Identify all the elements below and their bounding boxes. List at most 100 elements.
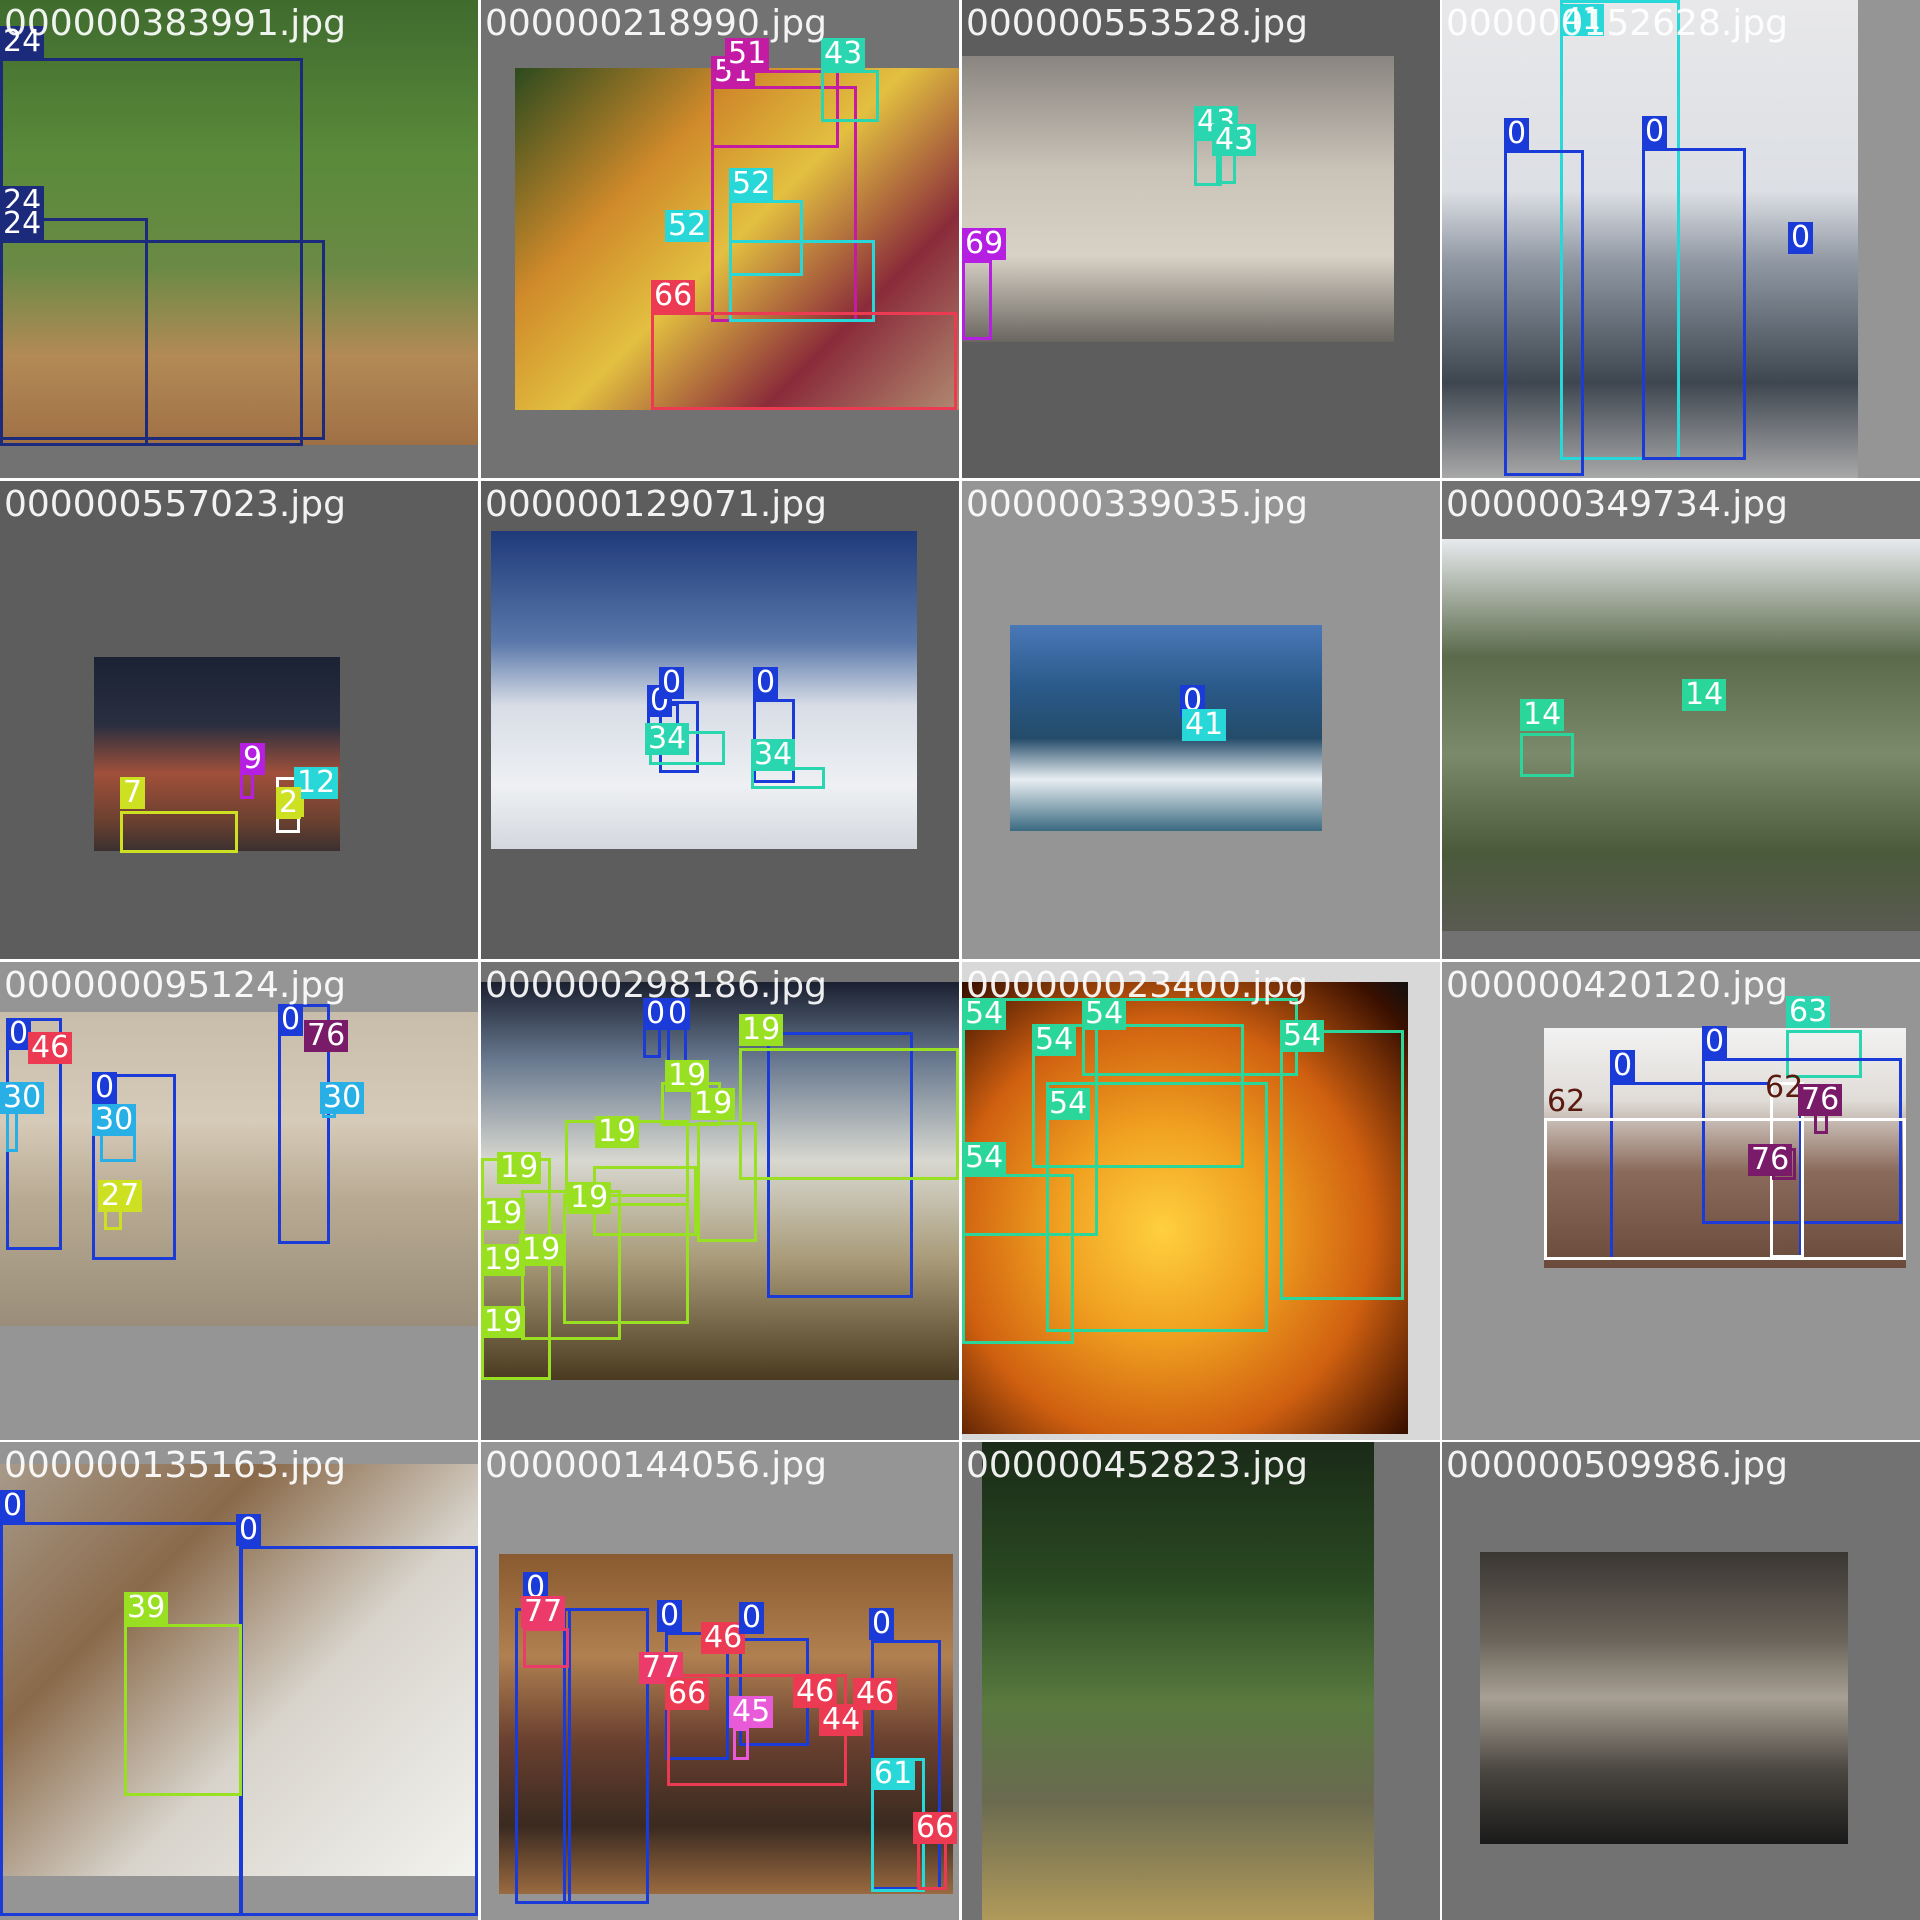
detection-label: 0 xyxy=(1702,1026,1728,1058)
detection-label: 46 xyxy=(28,1032,73,1064)
tile-photo xyxy=(982,1442,1374,1920)
detection-label: 19 xyxy=(691,1088,736,1120)
detection-label: 14 xyxy=(1682,679,1727,711)
tile-filename: 000000135163.jpg xyxy=(4,1445,346,1486)
detection-label: 52 xyxy=(729,168,774,200)
detection-label: 30 xyxy=(92,1104,137,1136)
tile-filename: 000000129071.jpg xyxy=(485,484,827,525)
detection-label: 7 xyxy=(120,777,146,809)
tile-filename: 000000152628.jpg xyxy=(1446,3,1788,44)
detection-label: 52 xyxy=(665,210,710,242)
detection-label: 69 xyxy=(962,228,1007,260)
tile-filename: 000000509986.jpg xyxy=(1446,1445,1788,1486)
detection-box xyxy=(651,312,957,410)
detection-label: 77 xyxy=(521,1596,566,1628)
tile-filename: 000000023400.jpg xyxy=(966,965,1308,1006)
detection-label: 54 xyxy=(962,1142,1007,1174)
detection-box xyxy=(821,70,879,122)
detection-label: 0 xyxy=(236,1514,262,1546)
mosaic-tile: 0 0 19 19 19 19 19 19 19 19 19 19 000000… xyxy=(481,962,959,1440)
detection-label: 66 xyxy=(913,1812,958,1844)
detection-label: 0 xyxy=(657,1600,683,1632)
detection-label: 14 xyxy=(1520,699,1565,731)
detection-box xyxy=(739,1048,959,1180)
detection-label: 61 xyxy=(871,1758,916,1790)
detection-label: 0 xyxy=(659,667,685,699)
detection-label: 0 xyxy=(1788,222,1814,254)
tile-filename: 000000339035.jpg xyxy=(966,484,1308,525)
mosaic-tile: 43 43 69 000000553528.jpg xyxy=(962,0,1440,478)
detection-box xyxy=(729,240,875,322)
detection-box xyxy=(962,1174,1074,1344)
mosaic-grid: 24 24 24 000000383991.jpg 51 51 43 52 52… xyxy=(0,0,1920,1920)
detection-label: 0 xyxy=(92,1072,118,1104)
detection-label: 0 xyxy=(0,1490,26,1522)
detection-box xyxy=(733,1728,749,1760)
detection-label: 0 xyxy=(1504,118,1530,150)
detection-label: 41 xyxy=(1182,709,1227,741)
detection-label: 62 xyxy=(1547,1084,1586,1119)
detection-label: 76 xyxy=(1798,1084,1843,1116)
mosaic-tile: 54 54 54 54 54 54 000000023400.jpg xyxy=(962,962,1440,1440)
detection-label: 19 xyxy=(519,1234,564,1266)
tile-filename: 000000218990.jpg xyxy=(485,3,827,44)
detection-label: 76 xyxy=(304,1020,349,1052)
detection-label: 34 xyxy=(751,739,796,771)
detection-label: 63 xyxy=(1786,996,1831,1028)
mosaic-tile: 0 0 0 34 34 000000129071.jpg xyxy=(481,481,959,959)
detection-label: 0 xyxy=(1642,116,1668,148)
detection-label: 19 xyxy=(739,1014,784,1046)
detection-label: 43 xyxy=(821,38,866,70)
detection-box xyxy=(697,1122,757,1242)
detection-label: 19 xyxy=(595,1116,640,1148)
tile-photo xyxy=(491,531,917,849)
mosaic-tile: 0 41 000000339035.jpg xyxy=(962,481,1440,959)
detection-box xyxy=(1544,1118,1906,1260)
detection-label: 27 xyxy=(98,1180,143,1212)
detection-box xyxy=(1520,733,1574,777)
detection-label: 54 xyxy=(1032,1024,1077,1056)
detection-label: 0 xyxy=(753,667,779,699)
mosaic-tile: 24 24 24 000000383991.jpg xyxy=(0,0,478,478)
mosaic-tile: 0 0 39 000000135163.jpg xyxy=(0,1442,478,1920)
detection-label: 19 xyxy=(481,1306,526,1338)
tile-photo xyxy=(962,56,1394,342)
tile-photo xyxy=(1480,1552,1848,1844)
detection-box xyxy=(962,260,992,340)
detection-label: 66 xyxy=(665,1678,710,1710)
detection-label: 0 xyxy=(739,1602,765,1634)
detection-label: 19 xyxy=(497,1152,542,1184)
tile-filename: 000000298186.jpg xyxy=(485,965,827,1006)
mosaic-tile: 41 0 0 0 000000152628.jpg xyxy=(1442,0,1920,478)
detection-label: 54 xyxy=(1280,1020,1325,1052)
tile-filename: 000000349734.jpg xyxy=(1446,484,1788,525)
detection-label: 0 xyxy=(1610,1050,1636,1082)
mosaic-tile: 000000452823.jpg xyxy=(962,1442,1440,1920)
tile-photo xyxy=(1010,625,1322,831)
detection-label: 46 xyxy=(853,1678,898,1710)
detection-box xyxy=(120,811,238,853)
detection-box xyxy=(124,1624,242,1796)
tile-filename: 000000420120.jpg xyxy=(1446,965,1788,1006)
detection-box xyxy=(1642,148,1746,460)
detection-box xyxy=(563,1608,649,1904)
detection-label: 66 xyxy=(651,280,696,312)
tile-filename: 000000553528.jpg xyxy=(966,3,1308,44)
mosaic-tile: 63 0 0 62 62 76 76 000000420120.jpg xyxy=(1442,962,1920,1440)
tile-filename: 000000452823.jpg xyxy=(966,1445,1308,1486)
detection-box xyxy=(1280,1030,1404,1300)
detection-box xyxy=(0,240,325,440)
mosaic-tile: 9 12 7 2 000000557023.jpg xyxy=(0,481,478,959)
detection-label: 2 xyxy=(276,787,302,819)
detection-label: 0 xyxy=(278,1004,304,1036)
detection-label: 76 xyxy=(1748,1144,1793,1176)
detection-label: 30 xyxy=(0,1082,45,1114)
mosaic-tile: 14 14 000000349734.jpg xyxy=(1442,481,1920,959)
detection-box xyxy=(523,1628,569,1668)
detection-label: 45 xyxy=(729,1696,774,1728)
detection-label: 19 xyxy=(481,1198,526,1230)
mosaic-tile: 000000509986.jpg xyxy=(1442,1442,1920,1920)
detection-label: 19 xyxy=(567,1182,612,1214)
detection-label: 39 xyxy=(124,1592,169,1624)
tile-filename: 000000144056.jpg xyxy=(485,1445,827,1486)
